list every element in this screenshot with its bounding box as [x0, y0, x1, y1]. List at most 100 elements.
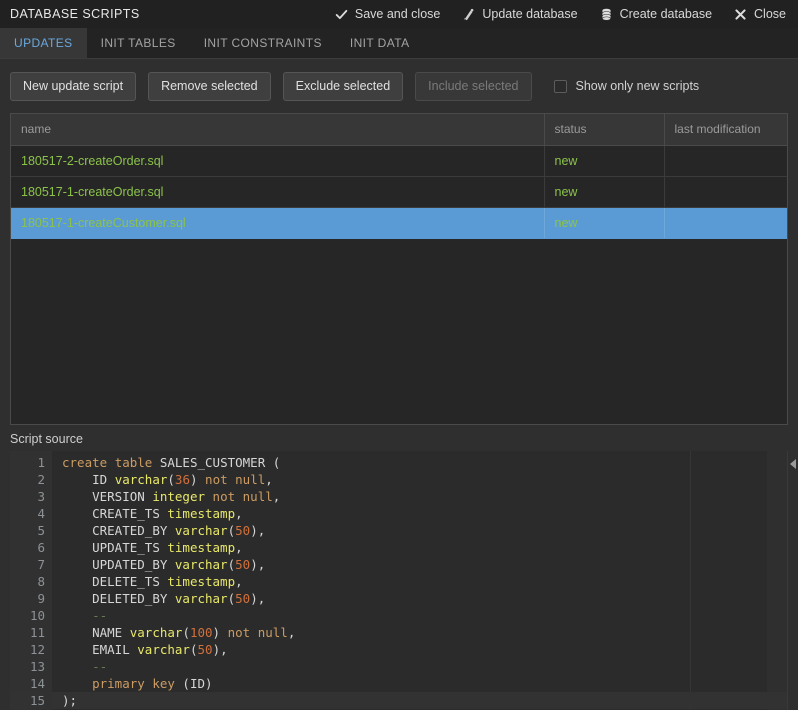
- column-header-name[interactable]: name: [11, 114, 545, 146]
- code-token-pun: ,: [287, 625, 296, 640]
- code-token-pun: ): [189, 472, 206, 487]
- code-token-type: varchar: [114, 472, 168, 487]
- scripts-grid: name status last modification 180517-2-c…: [11, 114, 787, 239]
- column-header-last-modification[interactable]: last modification: [664, 114, 787, 146]
- code-token-pun: [62, 676, 92, 691]
- code-token-kw: primary key: [92, 676, 175, 691]
- scripts-grid-header: name status last modification: [11, 114, 787, 146]
- editor-code-line: UPDATE_TS timestamp,: [52, 539, 787, 556]
- cell-status: new: [544, 176, 665, 208]
- code-token-id: UPDATED_BY: [92, 557, 168, 572]
- update-database-label: Update database: [482, 7, 578, 21]
- editor-line-number: 11: [29, 625, 45, 640]
- window-titlebar: DATABASE SCRIPTS Save and close Update d…: [0, 0, 798, 28]
- editor-code-line: primary key (ID): [52, 675, 787, 692]
- script-source-editor[interactable]: 1 2 3 4 5 6 7 8 9 10 11 12 13 14 15 create table SALES…: [10, 451, 788, 710]
- editor-line-number: 3: [37, 489, 45, 504]
- editor-code-line: ID varchar(36) not null,: [52, 471, 787, 488]
- column-header-status[interactable]: status: [544, 114, 665, 146]
- cell-name: 180517-2-createOrder.sql: [11, 145, 545, 177]
- exclude-selected-button[interactable]: Exclude selected: [282, 71, 404, 101]
- tab-init-tables[interactable]: INIT TABLES: [87, 28, 190, 58]
- editor-line-number: 9: [37, 591, 45, 606]
- editor-code-line: VERSION integer not null,: [52, 488, 787, 505]
- code-token-pun: [62, 506, 92, 521]
- show-only-new-scripts-checkbox[interactable]: Show only new scripts: [553, 79, 699, 93]
- code-token-type: varchar: [174, 523, 228, 538]
- code-token-pun: [107, 455, 115, 470]
- table-empty-area: [11, 238, 787, 424]
- code-token-id: CREATED_BY: [92, 523, 168, 538]
- close-button[interactable]: Close: [734, 7, 786, 21]
- code-token-pun: ),: [212, 642, 228, 657]
- code-token-pun: [152, 455, 160, 470]
- code-token-type: varchar: [174, 557, 228, 572]
- editor-line-number: 1: [37, 455, 45, 470]
- code-token-num: 100: [189, 625, 213, 640]
- code-token-id: DELETED_BY: [92, 591, 168, 606]
- updates-panel: New update script Remove selected Exclud…: [0, 59, 798, 710]
- table-row[interactable]: 180517-1-createCustomer.sql new: [11, 207, 787, 239]
- editor-code-line: DELETED_BY varchar(50),: [52, 590, 787, 607]
- code-token-pun: [167, 523, 175, 538]
- editor-line-number: 5: [37, 523, 45, 538]
- tab-init-data[interactable]: INIT DATA: [336, 28, 424, 58]
- code-token-pun: (ID): [174, 676, 213, 691]
- code-token-kw: not null: [227, 625, 288, 640]
- editor-code-area[interactable]: create table SALES_CUSTOMER ( ID varchar…: [52, 451, 787, 710]
- script-run-icon: [462, 8, 475, 21]
- tab-init-data-label: INIT DATA: [349, 36, 410, 50]
- titlebar-actions: Save and close Update database Create da…: [335, 7, 786, 21]
- new-update-script-button[interactable]: New update script: [10, 71, 137, 101]
- code-token-pun: [62, 625, 92, 640]
- code-token-type: timestamp: [167, 540, 236, 555]
- tab-init-constraints[interactable]: INIT CONSTRAINTS: [190, 28, 336, 58]
- code-token-pun: (: [227, 523, 236, 538]
- database-icon: [600, 8, 613, 21]
- editor-line-number: 14: [29, 676, 45, 691]
- update-database-button[interactable]: Update database: [462, 7, 578, 21]
- code-token-type: varchar: [174, 591, 228, 606]
- code-token-type: varchar: [137, 642, 190, 657]
- code-token-pun: [62, 523, 92, 538]
- scripts-table: name status last modification 180517-2-c…: [10, 113, 788, 425]
- table-row[interactable]: 180517-1-createOrder.sql new: [11, 176, 787, 208]
- cell-last-modification: [664, 145, 787, 177]
- cell-name: 180517-1-createOrder.sql: [11, 176, 545, 208]
- code-token-pun: (: [182, 625, 190, 640]
- code-token-pun: [122, 625, 130, 640]
- save-and-close-button[interactable]: Save and close: [335, 7, 440, 21]
- code-token-num: 50: [235, 557, 251, 572]
- tab-updates[interactable]: UPDATES: [0, 28, 87, 58]
- cell-last-modification: [664, 207, 787, 239]
- code-token-pun: (: [227, 591, 236, 606]
- include-selected-button: Include selected: [415, 71, 532, 101]
- script-source-label: Script source: [10, 432, 83, 446]
- code-token-com: --: [92, 608, 108, 623]
- table-row[interactable]: 180517-2-createOrder.sql new: [11, 145, 787, 177]
- editor-line-numbers: 1 2 3 4 5 6 7 8 9 10 11 12 13 14 15: [10, 451, 52, 710]
- code-token-pun: [62, 659, 92, 674]
- code-token-pun: ,: [265, 472, 273, 487]
- code-token-type: timestamp: [167, 574, 236, 589]
- create-database-button[interactable]: Create database: [600, 7, 712, 21]
- editor-code-line: --: [52, 658, 787, 675]
- code-token-pun: [62, 574, 92, 589]
- scripts-toolbar: New update script Remove selected Exclud…: [10, 59, 788, 113]
- scripts-grid-body: 180517-2-createOrder.sql new 180517-1-cr…: [11, 145, 787, 239]
- remove-selected-button[interactable]: Remove selected: [148, 71, 271, 101]
- editor-code-line: DELETE_TS timestamp,: [52, 573, 787, 590]
- code-token-num: 50: [235, 591, 251, 606]
- editor-line-number: 10: [29, 608, 45, 623]
- code-token-pun: ,: [235, 574, 243, 589]
- collapse-panel-handle[interactable]: [788, 454, 798, 474]
- code-token-id: ID: [92, 472, 108, 487]
- code-token-pun: [62, 591, 92, 606]
- editor-code-line: create table SALES_CUSTOMER (: [52, 454, 787, 471]
- code-token-pun: ),: [250, 557, 266, 572]
- editor-code-lines: create table SALES_CUSTOMER ( ID varchar…: [52, 454, 787, 709]
- table-header-row: name status last modification: [11, 114, 787, 146]
- code-token-id: DELETE_TS: [92, 574, 160, 589]
- editor-code-line: --: [52, 607, 787, 624]
- code-token-num: 50: [197, 642, 213, 657]
